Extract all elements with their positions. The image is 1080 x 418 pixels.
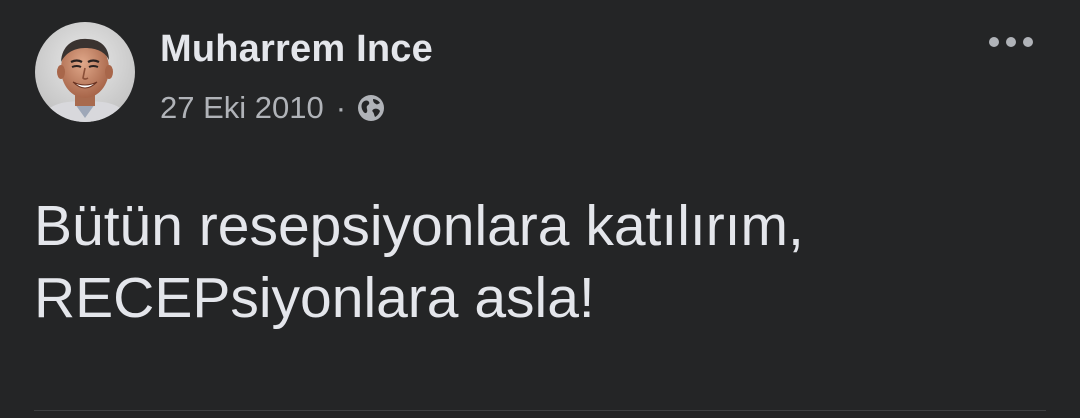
author-avatar[interactable] bbox=[35, 22, 135, 122]
globe-icon[interactable] bbox=[356, 93, 386, 123]
more-options-button[interactable] bbox=[978, 24, 1044, 60]
post-text-line: Bütün resepsiyonlara katılırım, bbox=[34, 194, 804, 258]
post-meta: 27 Eki 2010 · bbox=[160, 88, 386, 128]
post-timestamp[interactable]: 27 Eki 2010 bbox=[160, 90, 324, 126]
post-card: Muharrem Ince 27 Eki 2010 · Bütün reseps… bbox=[0, 0, 1080, 418]
more-options-icon bbox=[989, 37, 1033, 47]
author-name[interactable]: Muharrem Ince bbox=[160, 28, 433, 71]
post-text-line: RECEPsiyonlara asla! bbox=[34, 266, 595, 330]
avatar-photo bbox=[35, 22, 135, 122]
divider bbox=[34, 410, 1046, 411]
post-text: Bütün resepsiyonlara katılırım, RECEPsiy… bbox=[34, 190, 1044, 334]
meta-separator: · bbox=[335, 90, 347, 125]
